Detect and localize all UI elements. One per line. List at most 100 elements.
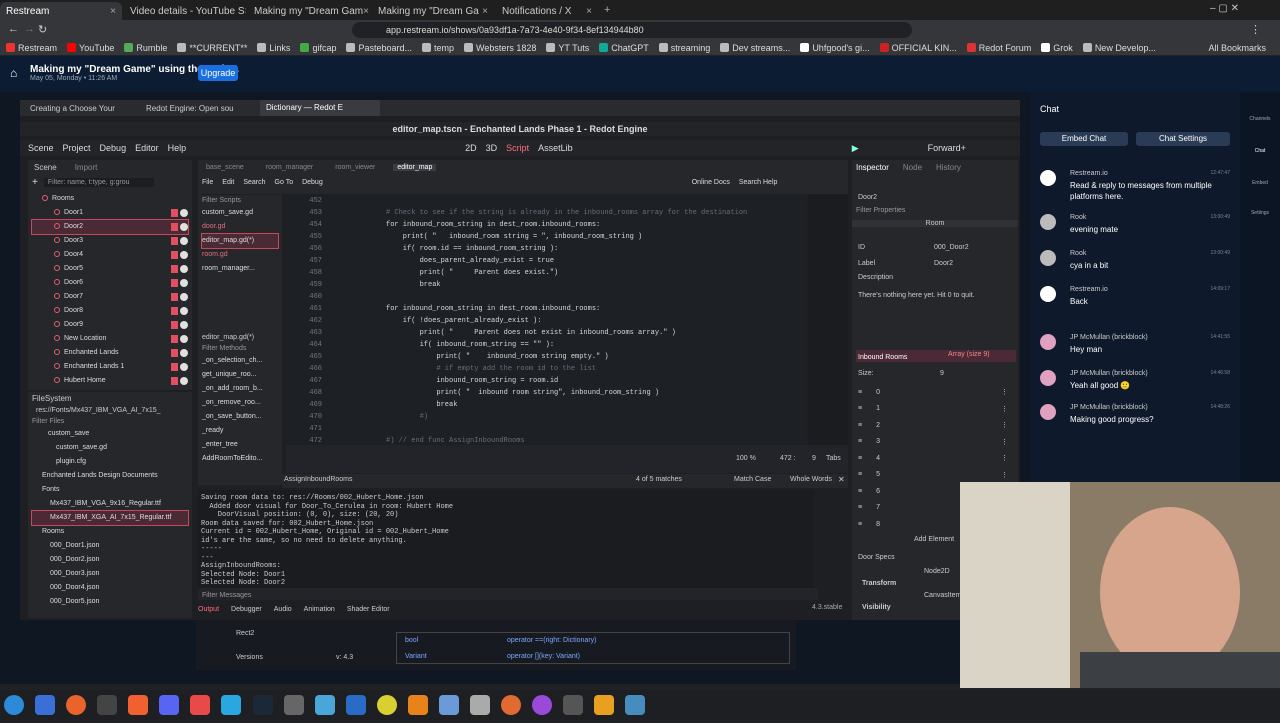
firefox-tab-active[interactable]: Dictionary — Redot E — [260, 100, 380, 116]
element-menu-icon[interactable]: ⋮ — [1001, 454, 1008, 462]
renderer-select[interactable]: Forward+ — [928, 143, 966, 153]
scene-node[interactable]: Enchanted Lands 1 — [32, 360, 188, 374]
script-icon[interactable] — [171, 293, 178, 301]
drag-handle-icon[interactable]: ≡ — [858, 389, 862, 396]
home-icon[interactable]: ⌂ — [10, 66, 17, 80]
docs-operator[interactable]: operator [](key: Variant) — [507, 653, 580, 660]
scene-node[interactable]: Door4 — [32, 248, 188, 262]
drag-handle-icon[interactable]: ≡ — [858, 471, 862, 478]
array-element[interactable]: ≡ 4 ⋮ — [858, 450, 1008, 467]
filter-files-input[interactable]: Filter Files — [28, 416, 192, 427]
start-menu-icon[interactable] — [4, 695, 24, 715]
nav-embed[interactable]: Embed — [1240, 180, 1280, 186]
script-item[interactable]: room_manager... — [202, 262, 278, 276]
workspace-2d[interactable]: 2D — [465, 143, 477, 153]
url-bar[interactable]: app.restream.io/shows/0a93df1a-7a73-4e40… — [352, 22, 912, 38]
code-editor[interactable]: 452 453 # Check to see if the string is al… — [286, 195, 806, 445]
upgrade-button[interactable]: Upgrade — [198, 65, 238, 81]
script-icon[interactable] — [171, 223, 178, 231]
menu-editor[interactable]: Editor — [135, 143, 159, 153]
drag-handle-icon[interactable]: ≡ — [858, 405, 862, 412]
browser-tab-making[interactable]: Making my "Dream Gam × — [248, 2, 370, 20]
menu-project[interactable]: Project — [63, 143, 91, 153]
method-item[interactable]: _ready — [202, 424, 278, 438]
mail-icon[interactable] — [438, 695, 459, 715]
editor-tab[interactable]: room_viewer — [331, 164, 379, 171]
app-icon[interactable] — [221, 695, 242, 715]
script-menu-file[interactable]: File — [202, 179, 213, 186]
bookmark[interactable]: ChatGPT — [599, 43, 649, 53]
app-icon[interactable] — [469, 695, 490, 715]
editor-tab[interactable]: room_manager — [262, 164, 317, 171]
editor-tab[interactable]: base_scene — [202, 164, 248, 171]
visibility-icon[interactable] — [180, 209, 188, 217]
browser-tab-restream[interactable]: Restream × — [0, 2, 122, 20]
discord-icon[interactable] — [159, 695, 180, 715]
id-value[interactable]: 000_Door2 — [934, 244, 969, 251]
bookmark[interactable]: gifcap — [300, 43, 336, 53]
blender-icon[interactable] — [594, 695, 615, 715]
firefox-tab[interactable]: Redot Engine: Open sou — [140, 104, 260, 113]
nav-settings[interactable]: Settings — [1240, 210, 1280, 216]
close-icon[interactable]: × — [110, 6, 116, 17]
scene-node[interactable]: Door5 — [32, 262, 188, 276]
embed-chat-button[interactable]: Embed Chat — [1040, 132, 1128, 146]
file-item[interactable]: custom_save.gd — [32, 441, 188, 455]
browser-tab-youtube[interactable]: Video details - YouTube S× — [124, 2, 246, 20]
versions-label[interactable]: Versions — [236, 654, 263, 661]
drag-handle-icon[interactable]: ≡ — [858, 438, 862, 445]
file-item[interactable]: 000_Door1.json — [32, 539, 188, 553]
visibility-section[interactable]: Visibility — [862, 604, 891, 611]
menu-scene[interactable]: Scene — [28, 143, 54, 153]
bookmark[interactable]: Rumble — [124, 43, 167, 53]
docs-type[interactable]: bool — [405, 637, 418, 644]
menu-help[interactable]: Help — [168, 143, 187, 153]
close-icon[interactable]: ✕ — [838, 475, 845, 484]
scene-node[interactable]: New Location — [32, 332, 188, 346]
bookmark[interactable]: Grok — [1041, 43, 1073, 53]
app-icon[interactable] — [190, 695, 211, 715]
bottom-tab[interactable]: Debugger — [231, 606, 262, 613]
menu-debug[interactable]: Debug — [100, 143, 127, 153]
bookmark[interactable]: streaming — [658, 43, 710, 53]
indent-mode[interactable]: Tabs — [826, 455, 841, 462]
firefox-tab[interactable]: Creating a Choose Your — [20, 104, 140, 113]
array-element[interactable]: ≡ 3 ⋮ — [858, 434, 1008, 451]
chat-settings-button[interactable]: Chat Settings — [1136, 132, 1230, 146]
method-item[interactable]: AddRoomToEdito... — [202, 452, 278, 466]
close-icon[interactable]: × — [586, 6, 592, 17]
bookmark[interactable]: Restream — [6, 43, 57, 53]
tab-import[interactable]: Import — [75, 163, 98, 172]
app-icon[interactable] — [283, 695, 304, 715]
bottom-tab[interactable]: Animation — [304, 606, 335, 613]
close-icon[interactable]: × — [245, 6, 246, 17]
tab-inspector[interactable]: Inspector — [856, 163, 889, 172]
file-item[interactable]: Mx437_IBM_VGA_9x16_Regular.ttf — [32, 497, 188, 511]
label-value[interactable]: Door2 — [934, 260, 953, 267]
app-icon[interactable] — [501, 695, 521, 715]
brave-icon[interactable] — [128, 695, 149, 715]
method-item[interactable]: _on_add_room_b... — [202, 382, 278, 396]
method-item[interactable]: get_unique_roo... — [202, 368, 278, 382]
tree-folder-rooms[interactable]: Rooms — [32, 192, 188, 206]
element-menu-icon[interactable]: ⋮ — [1001, 421, 1008, 429]
script-icon[interactable] — [171, 349, 178, 357]
visibility-icon[interactable] — [180, 223, 188, 231]
script-item[interactable]: editor_map.gd(*) — [201, 233, 279, 249]
section-room[interactable]: Room — [852, 220, 1018, 227]
drag-handle-icon[interactable]: ≡ — [858, 422, 862, 429]
app-icon[interactable] — [345, 695, 366, 715]
file-item[interactable]: custom_save — [32, 427, 188, 441]
scene-node[interactable]: Enchanted Lands — [32, 346, 188, 360]
bookmark[interactable]: **CURRENT** — [177, 43, 247, 53]
visibility-icon[interactable] — [180, 279, 188, 287]
close-icon[interactable]: × — [482, 6, 488, 17]
visibility-icon[interactable] — [180, 349, 188, 357]
visibility-icon[interactable] — [180, 293, 188, 301]
bookmark[interactable]: OFFICIAL KIN... — [879, 43, 957, 53]
drag-handle-icon[interactable]: ≡ — [858, 504, 862, 511]
script-icon[interactable] — [171, 251, 178, 259]
scene-node[interactable]: Door9 — [32, 318, 188, 332]
scene-node[interactable]: Door1 — [32, 206, 188, 220]
new-tab-icon[interactable]: + — [604, 4, 610, 16]
